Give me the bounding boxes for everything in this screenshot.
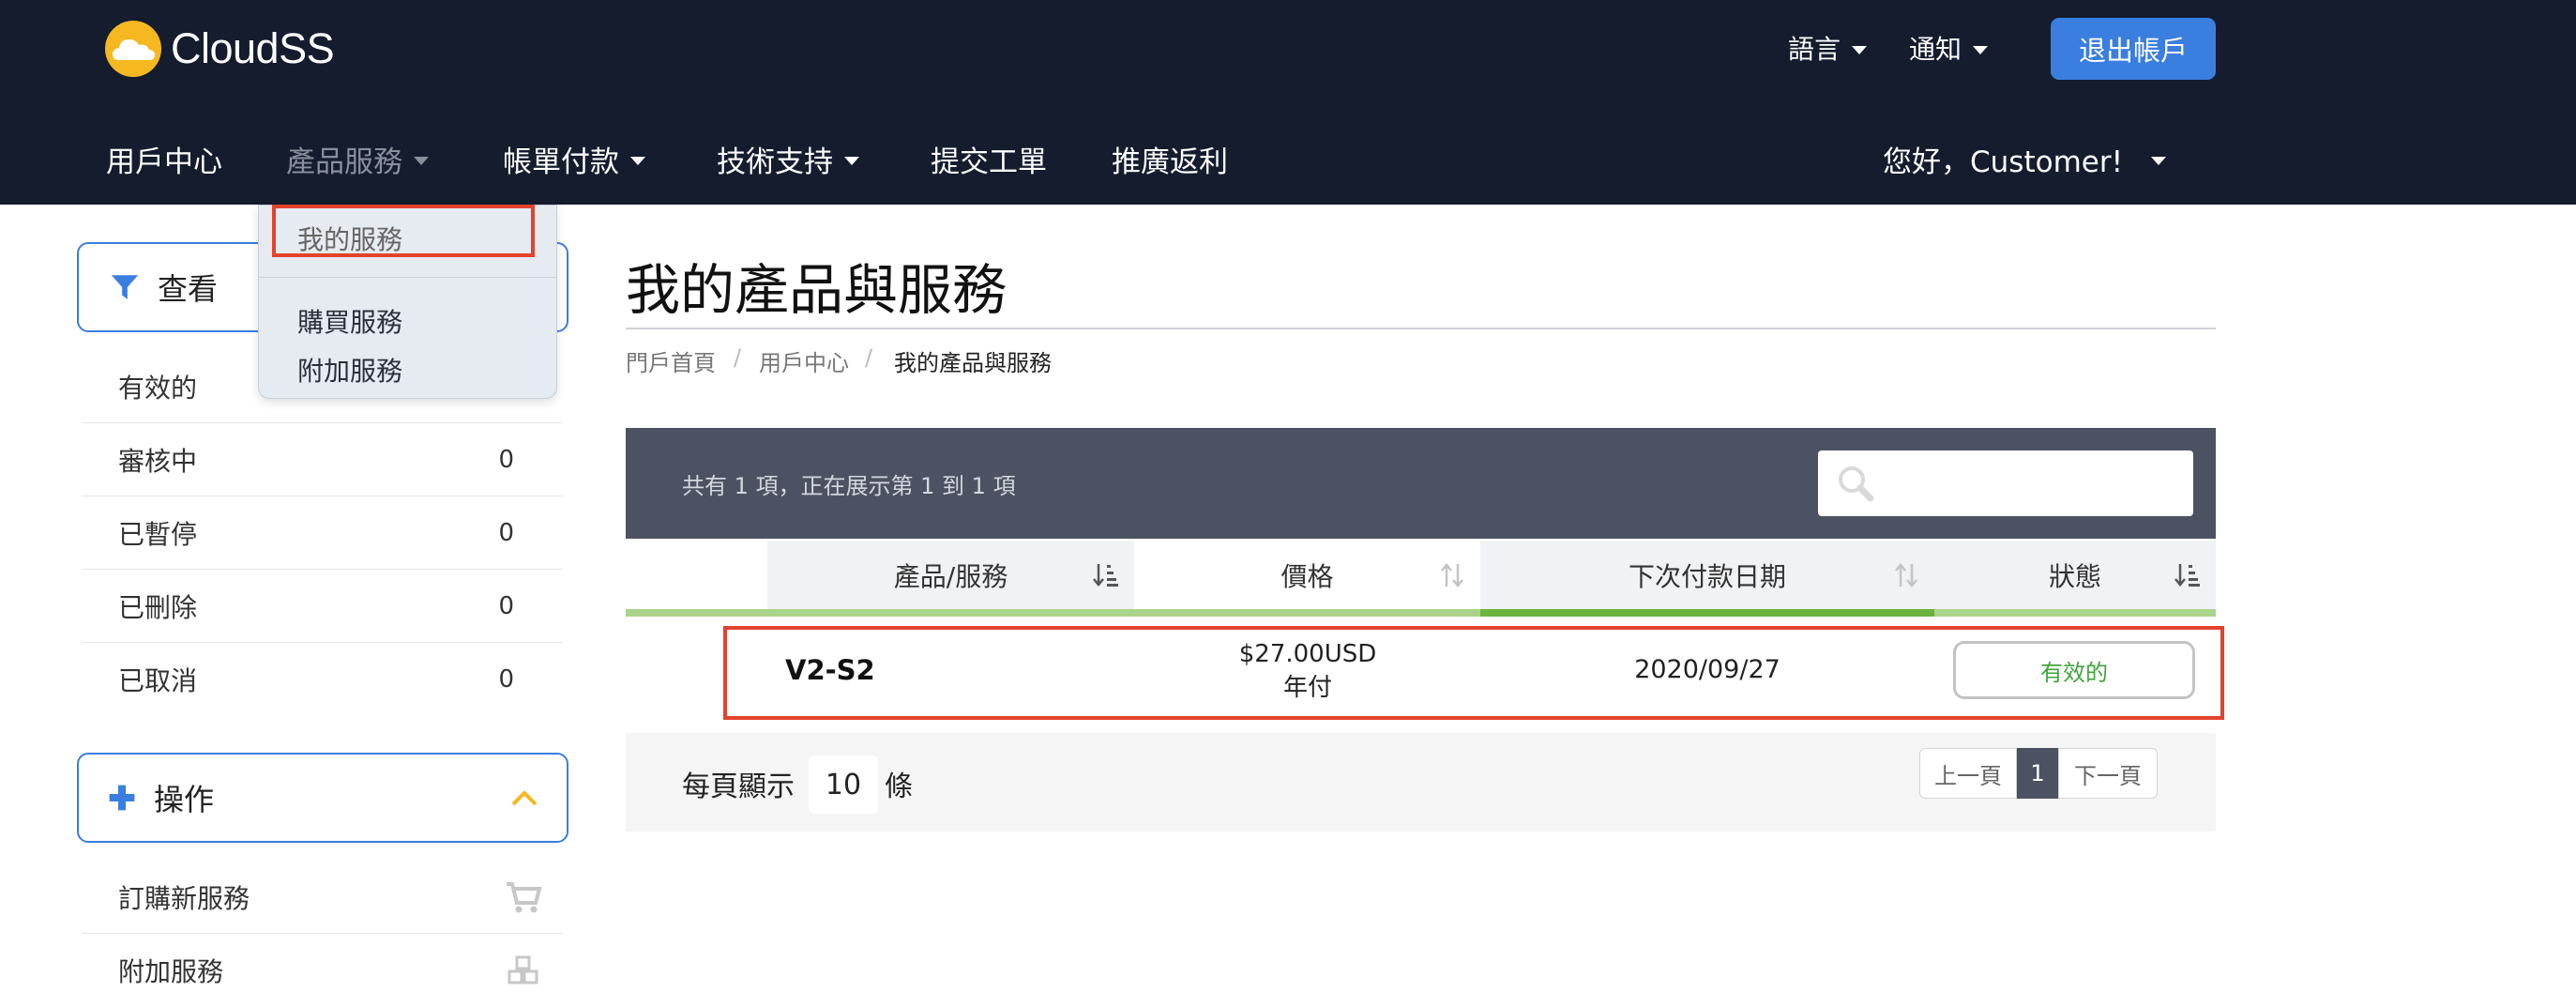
sort-desc-icon xyxy=(2174,564,2200,587)
chevron-down-icon xyxy=(1973,45,1989,54)
chevron-down-icon xyxy=(2151,156,2167,165)
filter-item-label: 已刪除 xyxy=(118,591,198,623)
plus-icon xyxy=(109,785,135,811)
filter-item-label: 審核中 xyxy=(118,445,198,477)
action-order-new-service[interactable]: 訂購新服務 xyxy=(83,861,563,934)
nav-billing[interactable]: 帳單付款 xyxy=(503,137,645,180)
nav-label: 帳單付款 xyxy=(503,145,619,179)
language-menu[interactable]: 語言 xyxy=(1788,26,1868,69)
language-label: 語言 xyxy=(1788,34,1841,65)
actions-panel-header[interactable]: 操作 xyxy=(77,753,568,843)
logout-button[interactable]: 退出帳戶 xyxy=(2051,18,2216,80)
dropdown-divider xyxy=(259,277,556,278)
pagination-page-current[interactable]: 1 xyxy=(2017,748,2058,799)
dropdown-item-buy-services[interactable]: 購買服務 xyxy=(297,302,402,340)
column-header-status[interactable]: 狀態 xyxy=(1934,541,2216,610)
chevron-up-icon xyxy=(511,790,538,806)
per-page-unit: 條 xyxy=(885,771,913,803)
chevron-down-icon xyxy=(630,156,645,165)
logo-text: CloudSS xyxy=(171,24,335,72)
nav-user-center[interactable]: 用戶中心 xyxy=(106,137,222,180)
action-item-label: 附加服務 xyxy=(118,956,224,987)
nav-label: 提交工單 xyxy=(931,145,1047,179)
filter-item-label: 有效的 xyxy=(118,372,198,404)
column-header-next-due[interactable]: 下次付款日期 xyxy=(1480,541,1934,610)
breadcrumb-separator: / xyxy=(865,344,873,371)
filter-item-pending[interactable]: 審核中 0 xyxy=(83,423,563,496)
filter-item-count: 0 xyxy=(498,518,514,547)
dropdown-item-addon-services[interactable]: 附加服務 xyxy=(297,351,402,389)
column-header-price[interactable]: 價格 xyxy=(1134,541,1480,610)
breadcrumb-current: 我的產品與服務 xyxy=(894,350,1052,376)
column-underline-active xyxy=(1480,609,1934,617)
filter-item-count: 0 xyxy=(498,591,514,620)
per-page-select[interactable]: 10 xyxy=(809,755,878,814)
nav-label: 用戶中心 xyxy=(106,145,222,179)
action-item-label: 訂購新服務 xyxy=(118,882,250,914)
pagination-next[interactable]: 下一頁 xyxy=(2058,748,2158,799)
page-title: 我的產品與服務 xyxy=(626,258,1008,322)
cart-icon xyxy=(507,881,542,912)
cubes-icon xyxy=(508,955,538,984)
action-addon-services[interactable]: 附加服務 xyxy=(83,934,563,1007)
column-underline xyxy=(626,609,1480,617)
breadcrumb-separator: / xyxy=(734,344,742,371)
column-underline xyxy=(1934,609,2216,617)
filter-item-suspended[interactable]: 已暫停 0 xyxy=(83,496,563,570)
chevron-down-icon xyxy=(1852,45,1868,54)
logo[interactable]: CloudSS xyxy=(103,19,335,79)
sort-icon xyxy=(1895,563,1917,587)
title-divider xyxy=(626,328,2216,329)
nav-label: 產品服務 xyxy=(286,145,402,179)
chevron-down-icon xyxy=(414,156,429,165)
row-highlight-box xyxy=(723,626,2224,720)
dropdown-highlight-box xyxy=(272,205,535,257)
nav-support[interactable]: 技術支持 xyxy=(717,137,859,180)
search-icon xyxy=(1839,466,1874,502)
filter-item-cancelled[interactable]: 已取消 0 xyxy=(83,643,563,716)
column-header-label: 產品/服務 xyxy=(893,561,1008,592)
actions-panel-title: 操作 xyxy=(154,782,215,817)
column-header-label: 價格 xyxy=(1280,561,1334,592)
table-summary: 共有 1 項，正在展示第 1 到 1 項 xyxy=(682,473,1016,499)
filter-item-count: 0 xyxy=(498,665,514,694)
sort-desc-icon xyxy=(1093,564,1118,587)
sort-icon xyxy=(1441,563,1463,587)
chevron-down-icon xyxy=(844,156,859,165)
nav-label: 技術支持 xyxy=(717,145,833,179)
cloud-logo-icon xyxy=(105,21,161,77)
per-page-label: 每頁顯示 xyxy=(682,771,795,803)
breadcrumb-home[interactable]: 門戶首頁 xyxy=(626,344,716,377)
filter-icon xyxy=(111,275,139,299)
filter-panel-title: 查看 xyxy=(158,271,219,307)
table-search-input[interactable] xyxy=(1818,450,2193,516)
breadcrumb-user-center[interactable]: 用戶中心 xyxy=(759,344,849,377)
account-menu[interactable]: 您好，Customer! xyxy=(1883,137,2167,180)
nav-affiliates[interactable]: 推廣返利 xyxy=(1112,137,1228,180)
notifications-label: 通知 xyxy=(1909,34,1962,65)
greeting-label: 您好，Customer! xyxy=(1883,145,2124,179)
nav-products-services[interactable]: 產品服務 xyxy=(286,137,429,180)
notifications-menu[interactable]: 通知 xyxy=(1909,26,1989,69)
filter-item-label: 已暫停 xyxy=(118,518,198,550)
column-header-product[interactable]: 產品/服務 xyxy=(767,541,1134,610)
column-header-label: 下次付款日期 xyxy=(1628,561,1786,592)
nav-submit-ticket[interactable]: 提交工單 xyxy=(931,137,1047,180)
column-header-label: 狀態 xyxy=(2048,561,2101,592)
nav-label: 推廣返利 xyxy=(1112,145,1228,179)
pagination-prev[interactable]: 上一頁 xyxy=(1919,748,2017,799)
filter-item-label: 已取消 xyxy=(118,665,198,696)
filter-item-count: 0 xyxy=(498,445,514,474)
filter-item-terminated[interactable]: 已刪除 0 xyxy=(83,570,563,643)
